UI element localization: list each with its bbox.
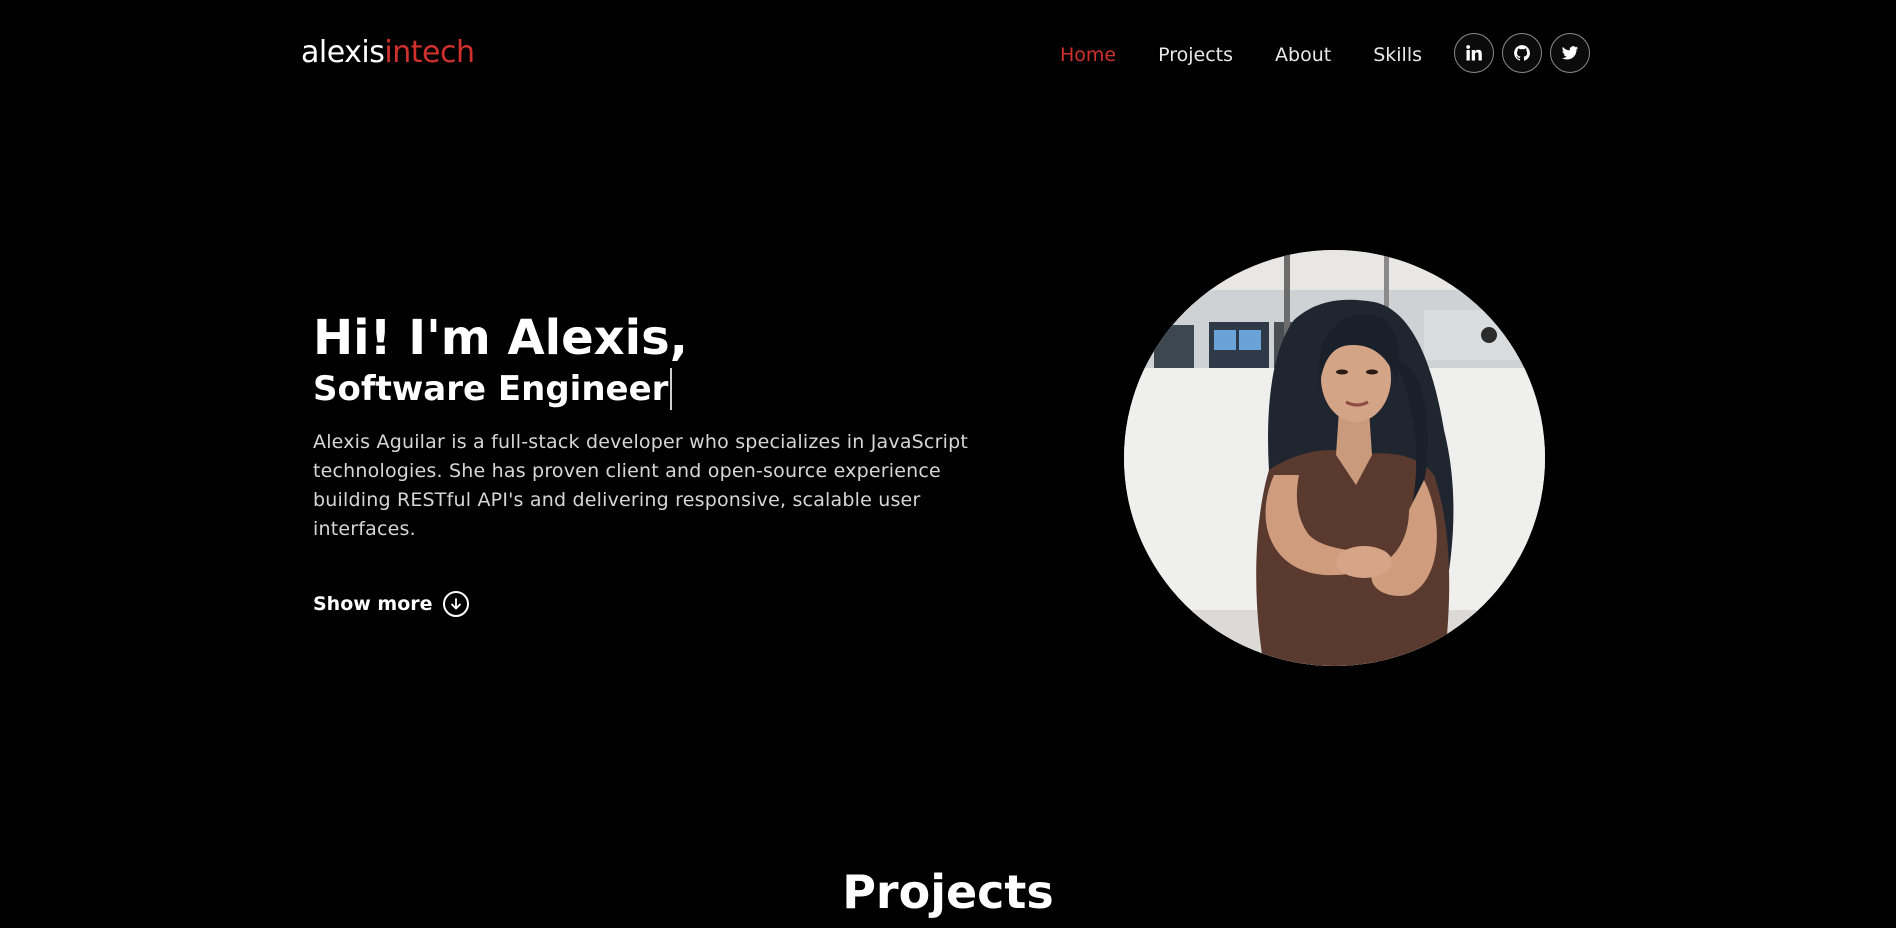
profile-photo: [1124, 250, 1545, 666]
profile-photo-illustration: [1124, 250, 1545, 666]
navbar: alexisintech Home Projects About Skills: [0, 0, 1896, 108]
logo[interactable]: alexisintech: [301, 34, 475, 72]
nav-link-about[interactable]: About: [1275, 40, 1331, 70]
logo-text-primary: alexis: [301, 35, 385, 70]
github-button[interactable]: [1502, 33, 1542, 73]
hero-text: Hi! I'm Alexis, Software Engineer Alexis…: [313, 308, 993, 617]
hero-title: Hi! I'm Alexis,: [313, 310, 688, 366]
twitter-icon: [1561, 46, 1579, 60]
logo-text-accent: intech: [384, 35, 475, 70]
nav-link-projects[interactable]: Projects: [1158, 40, 1233, 70]
hero-subtitle: Software Engineer: [313, 368, 673, 410]
nav-link-skills[interactable]: Skills: [1373, 40, 1422, 70]
show-more-button[interactable]: Show more: [313, 591, 469, 617]
hero-description: Alexis Aguilar is a full-stack developer…: [313, 431, 968, 540]
social-links: [1454, 33, 1598, 73]
linkedin-button[interactable]: [1454, 33, 1494, 73]
nav-link-home[interactable]: Home: [1060, 40, 1116, 70]
arrow-down-circle-icon: [442, 591, 469, 617]
nav-links: Home Projects About Skills: [1060, 40, 1446, 70]
github-icon: [1514, 45, 1530, 61]
show-more-label: Show more: [313, 593, 433, 615]
twitter-button[interactable]: [1550, 33, 1590, 73]
projects-section-heading: Projects: [842, 865, 1054, 919]
linkedin-icon: [1466, 45, 1482, 61]
